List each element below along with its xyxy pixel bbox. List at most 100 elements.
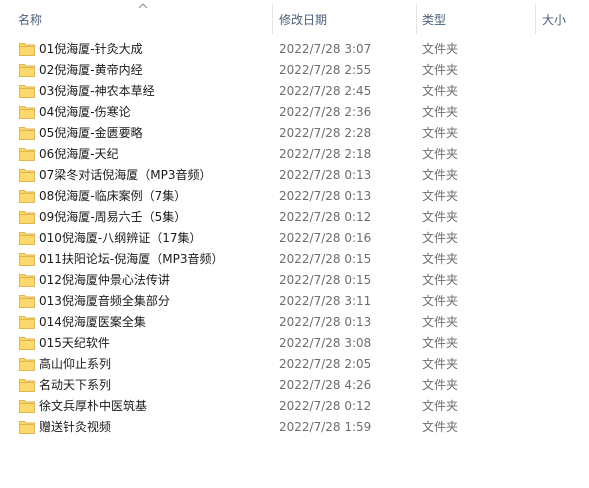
file-modified-date: 2022/7/28 0:12 — [279, 399, 372, 413]
file-row[interactable]: 011扶阳论坛-倪海厦（MP3音频） 2022/7/28 0:15 文件夹 — [0, 249, 589, 270]
file-type: 文件夹 — [422, 189, 459, 203]
file-type: 文件夹 — [422, 105, 459, 119]
file-type: 文件夹 — [422, 357, 459, 371]
file-modified-date: 2022/7/28 0:13 — [279, 189, 372, 203]
file-modified-date: 2022/7/28 3:08 — [279, 336, 372, 350]
file-name: 09倪海厦-周易六壬（5集） — [39, 210, 187, 224]
file-row[interactable]: 014倪海厦医案全集 2022/7/28 0:13 文件夹 — [0, 312, 589, 333]
folder-icon — [19, 43, 35, 56]
folder-icon — [19, 85, 35, 98]
file-name: 012倪海厦仲景心法传讲 — [39, 273, 170, 287]
file-type: 文件夹 — [422, 399, 459, 413]
file-row[interactable]: 013倪海厦音频全集部分 2022/7/28 3:11 文件夹 — [0, 291, 589, 312]
file-row[interactable]: 05倪海厦-金匮要略 2022/7/28 2:28 文件夹 — [0, 123, 589, 144]
folder-icon — [19, 274, 35, 287]
file-modified-date: 2022/7/28 1:59 — [279, 420, 372, 434]
file-name: 04倪海厦-伤寒论 — [39, 105, 131, 119]
file-row[interactable]: 03倪海厦-神农本草经 2022/7/28 2:45 文件夹 — [0, 81, 589, 102]
file-type: 文件夹 — [422, 315, 459, 329]
file-modified-date: 2022/7/28 2:55 — [279, 63, 372, 77]
file-name: 010倪海厦-八纲辨证（17集） — [39, 231, 202, 245]
column-header-row: 名称 修改日期 类型 大小 — [0, 0, 589, 38]
file-type: 文件夹 — [422, 84, 459, 98]
file-row[interactable]: 012倪海厦仲景心法传讲 2022/7/28 0:15 文件夹 — [0, 270, 589, 291]
file-name: 07梁冬对话倪海厦（MP3音频） — [39, 168, 212, 182]
file-name: 名动天下系列 — [39, 378, 112, 392]
file-name: 05倪海厦-金匮要略 — [39, 126, 143, 140]
file-row[interactable]: 高山仰止系列 2022/7/28 2:05 文件夹 — [0, 354, 589, 375]
file-type: 文件夹 — [422, 231, 459, 245]
file-name: 02倪海厦-黄帝内经 — [39, 63, 143, 77]
file-type: 文件夹 — [422, 168, 459, 182]
file-row[interactable]: 07梁冬对话倪海厦（MP3音频） 2022/7/28 0:13 文件夹 — [0, 165, 589, 186]
file-type: 文件夹 — [422, 273, 459, 287]
file-name: 01倪海厦-针灸大成 — [39, 42, 143, 56]
file-type: 文件夹 — [422, 378, 459, 392]
file-type: 文件夹 — [422, 420, 459, 434]
file-row[interactable]: 010倪海厦-八纲辨证（17集） 2022/7/28 0:16 文件夹 — [0, 228, 589, 249]
file-modified-date: 2022/7/28 3:07 — [279, 42, 372, 56]
file-list: 01倪海厦-针灸大成 2022/7/28 3:07 文件夹 02倪海厦-黄帝内经… — [0, 39, 589, 438]
file-modified-date: 2022/7/28 2:36 — [279, 105, 372, 119]
folder-icon — [19, 64, 35, 77]
folder-icon — [19, 379, 35, 392]
file-modified-date: 2022/7/28 0:12 — [279, 210, 372, 224]
file-name: 013倪海厦音频全集部分 — [39, 294, 170, 308]
file-name: 014倪海厦医案全集 — [39, 315, 146, 329]
file-row[interactable]: 01倪海厦-针灸大成 2022/7/28 3:07 文件夹 — [0, 39, 589, 60]
file-modified-date: 2022/7/28 4:26 — [279, 378, 372, 392]
file-name: 08倪海厦-临床案例（7集） — [39, 189, 187, 203]
file-name: 徐文兵厚朴中医筑基 — [39, 399, 148, 413]
file-name: 06倪海厦-天纪 — [39, 147, 119, 161]
file-name: 03倪海厦-神农本草经 — [39, 84, 155, 98]
folder-icon — [19, 190, 35, 203]
file-modified-date: 2022/7/28 2:45 — [279, 84, 372, 98]
folder-icon — [19, 295, 35, 308]
file-row[interactable]: 02倪海厦-黄帝内经 2022/7/28 2:55 文件夹 — [0, 60, 589, 81]
folder-icon — [19, 106, 35, 119]
folder-icon — [19, 253, 35, 266]
file-row[interactable]: 09倪海厦-周易六壬（5集） 2022/7/28 0:12 文件夹 — [0, 207, 589, 228]
file-row[interactable]: 08倪海厦-临床案例（7集） 2022/7/28 0:13 文件夹 — [0, 186, 589, 207]
file-modified-date: 2022/7/28 2:05 — [279, 357, 372, 371]
file-type: 文件夹 — [422, 252, 459, 266]
file-modified-date: 2022/7/28 0:16 — [279, 231, 372, 245]
folder-icon — [19, 232, 35, 245]
file-row[interactable]: 06倪海厦-天纪 2022/7/28 2:18 文件夹 — [0, 144, 589, 165]
folder-icon — [19, 400, 35, 413]
folder-icon — [19, 337, 35, 350]
file-name: 011扶阳论坛-倪海厦（MP3音频） — [39, 252, 224, 266]
file-type: 文件夹 — [422, 147, 459, 161]
column-header-name[interactable]: 名称 — [12, 0, 272, 38]
file-type: 文件夹 — [422, 63, 459, 77]
folder-icon — [19, 316, 35, 329]
column-header-modified[interactable]: 修改日期 — [273, 0, 416, 38]
file-type: 文件夹 — [422, 336, 459, 350]
file-modified-date: 2022/7/28 0:13 — [279, 168, 372, 182]
file-type: 文件夹 — [422, 294, 459, 308]
column-header-type[interactable]: 类型 — [416, 0, 535, 38]
folder-icon — [19, 127, 35, 140]
file-row[interactable]: 徐文兵厚朴中医筑基 2022/7/28 0:12 文件夹 — [0, 396, 589, 417]
file-type: 文件夹 — [422, 210, 459, 224]
file-modified-date: 2022/7/28 0:13 — [279, 315, 372, 329]
folder-icon — [19, 211, 35, 224]
file-type: 文件夹 — [422, 126, 459, 140]
file-modified-date: 2022/7/28 2:18 — [279, 147, 372, 161]
file-row[interactable]: 04倪海厦-伤寒论 2022/7/28 2:36 文件夹 — [0, 102, 589, 123]
folder-icon — [19, 421, 35, 434]
file-modified-date: 2022/7/28 0:15 — [279, 273, 372, 287]
file-name: 赠送针灸视频 — [39, 420, 112, 434]
file-name: 高山仰止系列 — [39, 357, 112, 371]
file-row[interactable]: 名动天下系列 2022/7/28 4:26 文件夹 — [0, 375, 589, 396]
file-modified-date: 2022/7/28 2:28 — [279, 126, 372, 140]
file-row[interactable]: 赠送针灸视频 2022/7/28 1:59 文件夹 — [0, 417, 589, 438]
folder-icon — [19, 169, 35, 182]
file-row[interactable]: 015天纪软件 2022/7/28 3:08 文件夹 — [0, 333, 589, 354]
file-modified-date: 2022/7/28 3:11 — [279, 294, 372, 308]
column-header-size[interactable]: 大小 — [536, 0, 589, 38]
file-modified-date: 2022/7/28 0:15 — [279, 252, 372, 266]
folder-icon — [19, 148, 35, 161]
file-type: 文件夹 — [422, 42, 459, 56]
folder-icon — [19, 358, 35, 371]
